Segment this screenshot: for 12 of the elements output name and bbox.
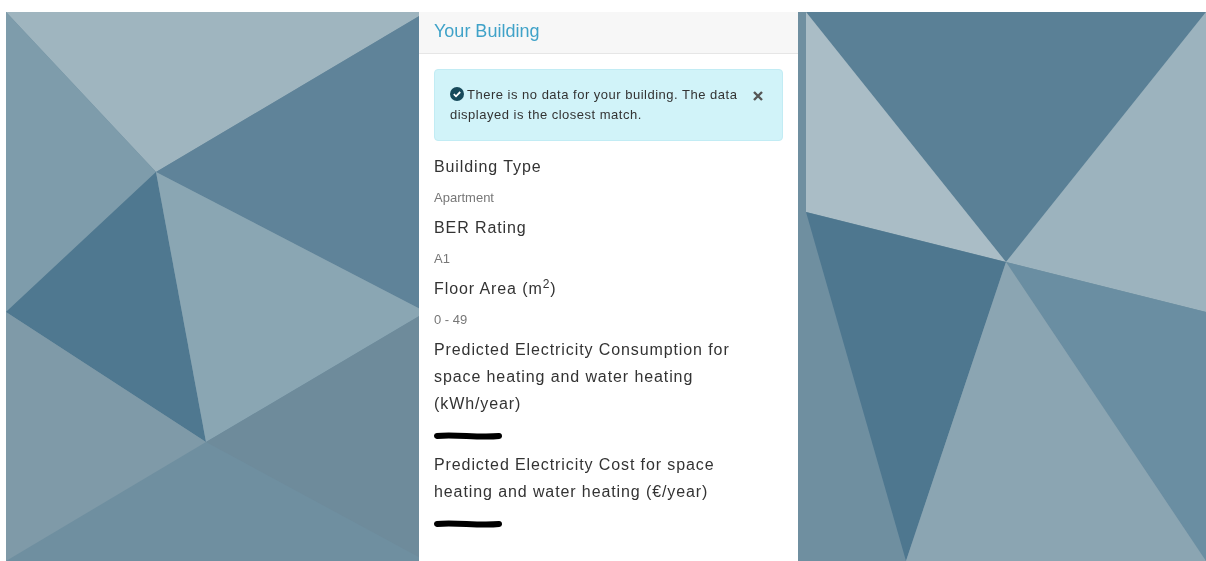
field-label: BER Rating xyxy=(434,218,528,238)
field-value: Apartment xyxy=(434,190,494,205)
field-label: Predicted Electricity Consumption for space heating and water heating (kWh/year) xyxy=(434,340,731,414)
card-title: Your Building xyxy=(434,21,540,41)
close-icon xyxy=(753,90,763,101)
field-label: Building Type xyxy=(434,157,543,177)
alert-message: There is no data for your building. The data displayed is the closest match. xyxy=(450,86,739,124)
field-value: 0 - 49 xyxy=(434,312,468,327)
field-label: Floor Area (m$^{2}$) xyxy=(434,276,558,299)
check-circle-icon xyxy=(450,87,464,101)
field-label: Predicted Electricity Cost for space heating and water heating (€/year) xyxy=(434,455,716,502)
field-value: A1 xyxy=(434,251,450,266)
